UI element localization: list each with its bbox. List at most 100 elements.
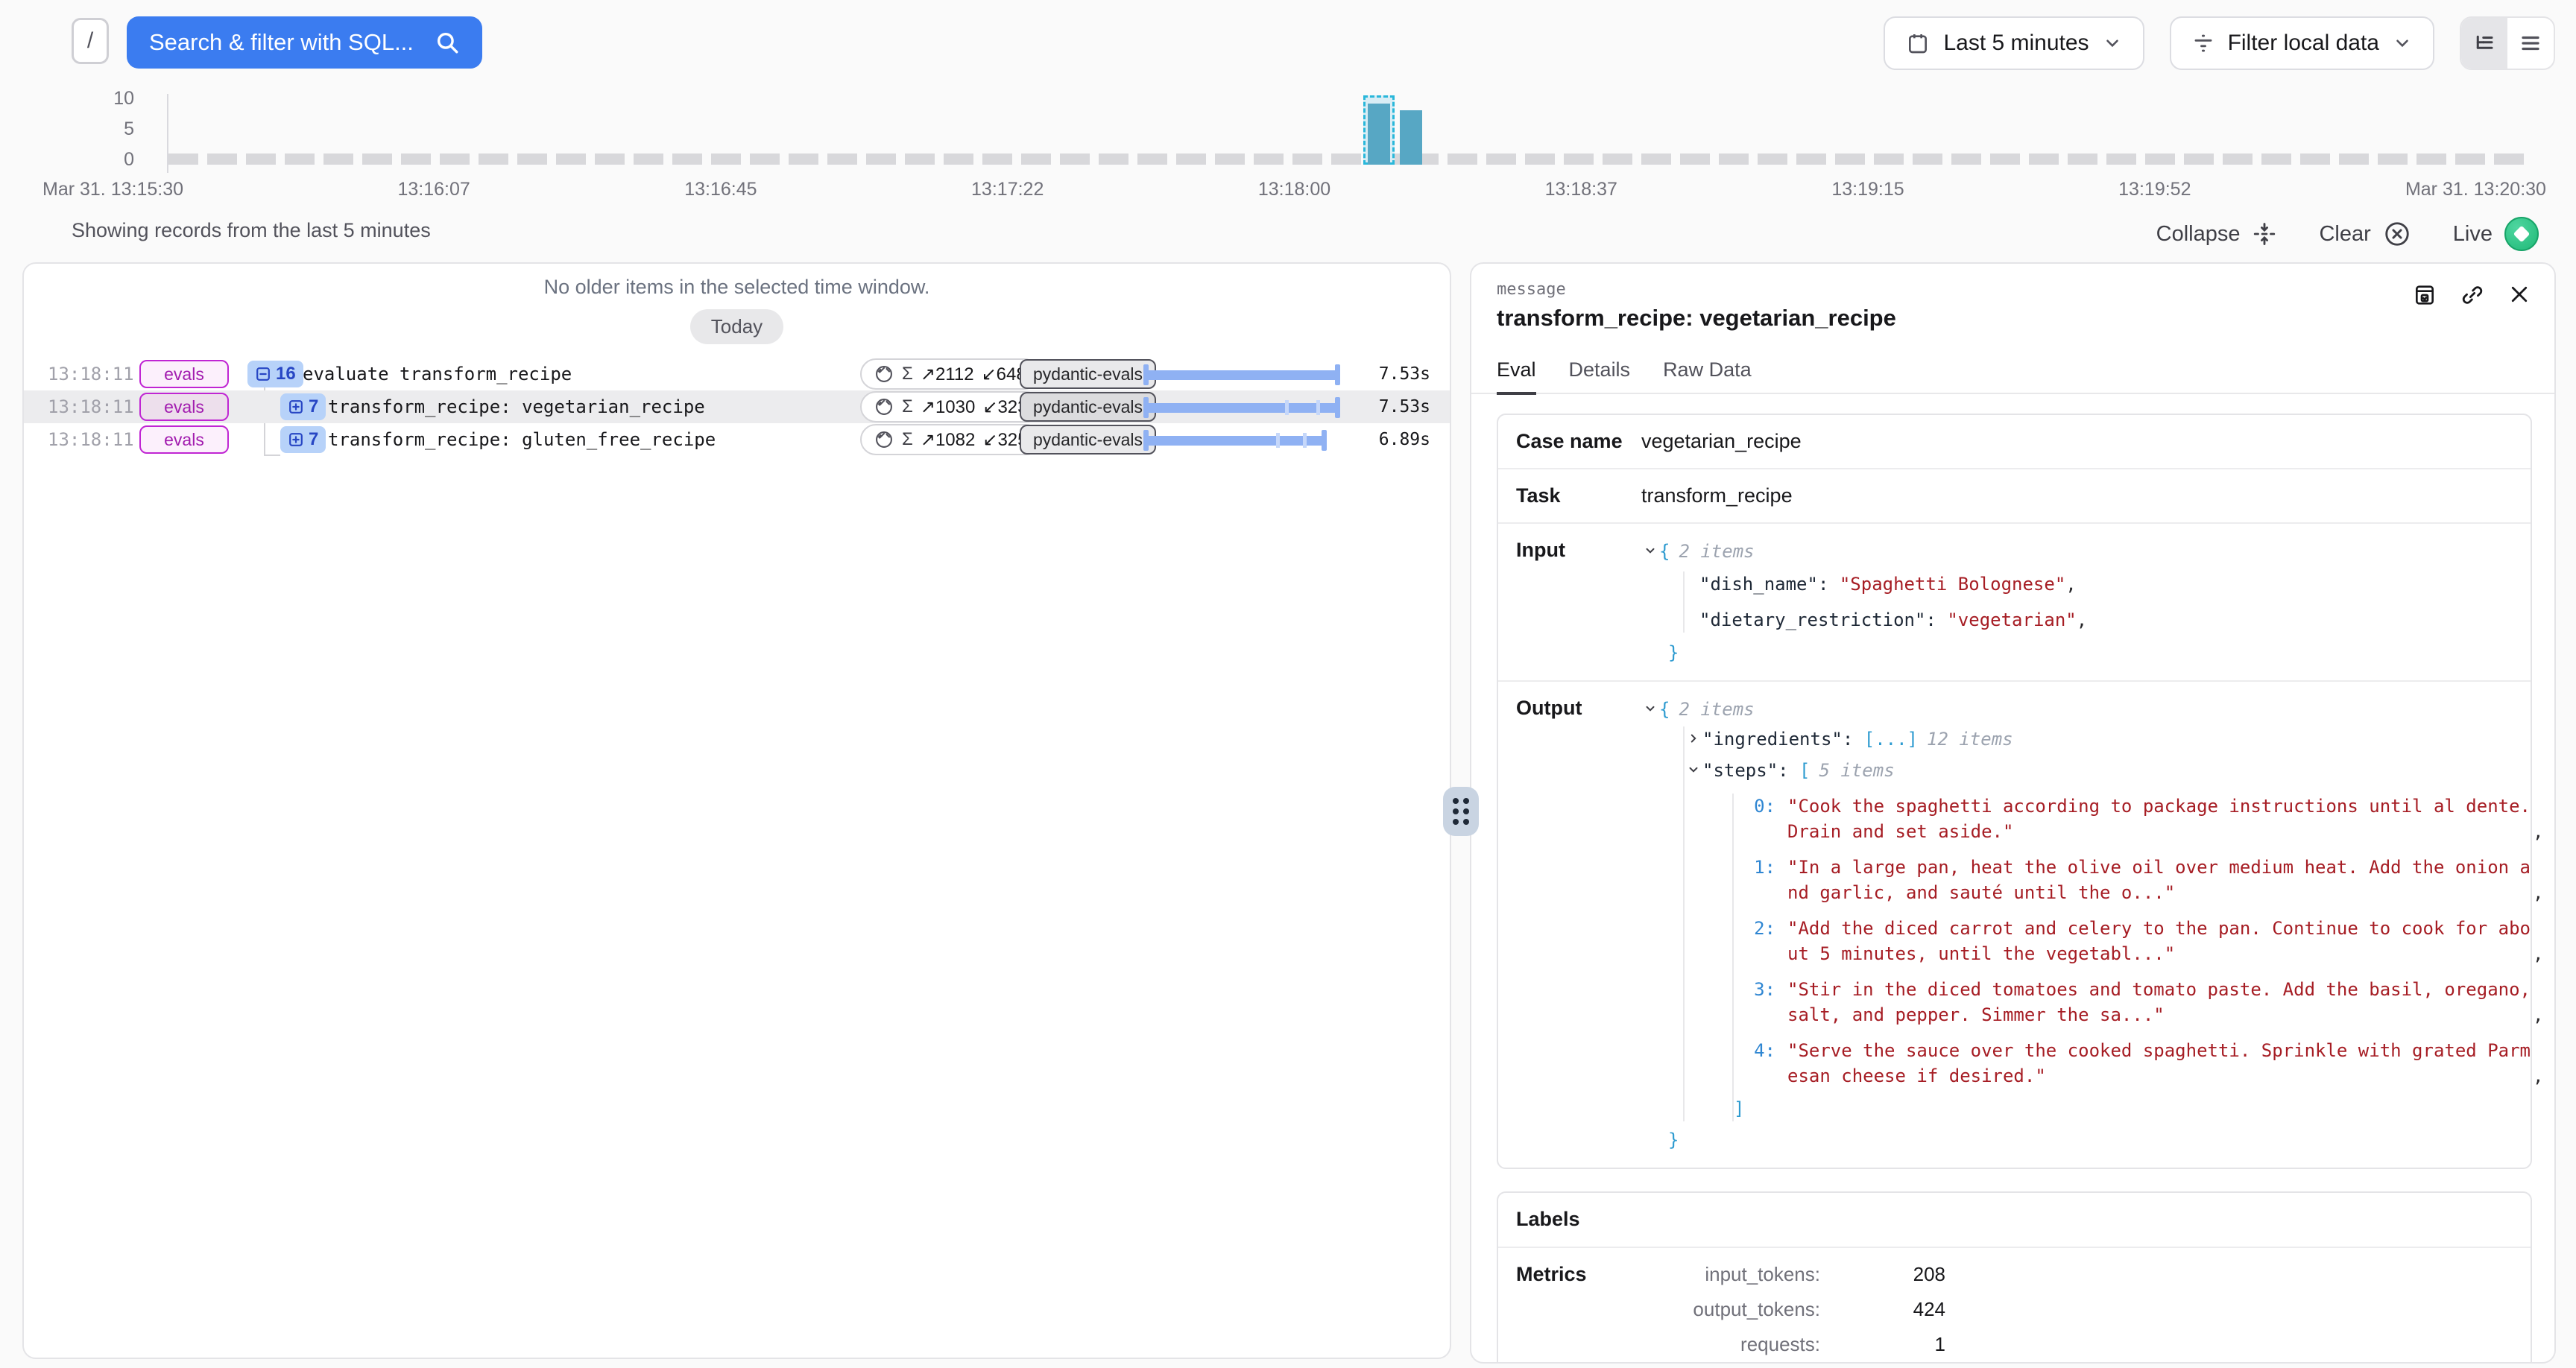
close-brace: }	[1668, 642, 1679, 663]
pydantic-evals-tag[interactable]: pydantic-evals	[1020, 392, 1156, 422]
open-brace: {	[1659, 539, 1670, 564]
token-metrics-chip[interactable]: Σ ↗1082 ↙325	[860, 424, 1041, 455]
pydantic-evals-tag[interactable]: pydantic-evals	[1020, 359, 1156, 389]
time-range-dropdown[interactable]: Last 5 minutes	[1884, 16, 2144, 70]
filter-local-data-dropdown[interactable]: Filter local data	[2170, 16, 2434, 70]
close-bracket: ]	[1734, 1098, 1744, 1119]
input-label: Input	[1516, 539, 1641, 665]
status-row: Showing records from the last 5 minutes …	[0, 213, 2576, 255]
panel-resize-handle[interactable]	[1443, 787, 1479, 836]
archive-check-icon[interactable]	[2413, 283, 2437, 307]
metric-value: 424	[1841, 1298, 1945, 1321]
metric-value: 1	[1841, 1333, 1945, 1356]
detail-panel-title: transform_recipe: vegetarian_recipe	[1497, 305, 2532, 332]
child-count: 7	[309, 429, 318, 450]
trace-row-gluten-free-recipe[interactable]: 13:18:11 evals 7 transform_recipe: glute…	[24, 423, 1450, 456]
x-tick: 13:19:52	[2118, 179, 2191, 200]
duration-text: 6.89s	[1379, 430, 1430, 449]
collapse-chevron-icon[interactable]	[1641, 544, 1659, 557]
collapse-chevron-icon[interactable]	[1641, 702, 1659, 715]
span-name: transform_recipe: vegetarian_recipe	[328, 396, 705, 417]
comma: ,	[2533, 819, 2543, 844]
evals-tag-badge[interactable]: evals	[139, 425, 229, 454]
x-tick: 13:16:45	[684, 179, 757, 200]
close-brace: }	[1668, 1130, 1679, 1150]
evals-tag-label: evals	[164, 430, 204, 450]
detail-content: Case name vegetarian_recipe Task transfo…	[1471, 394, 2554, 1364]
input-row: Input { 2 items "dish_name": "Spaghetti …	[1498, 522, 2531, 680]
calendar-icon	[1906, 31, 1930, 55]
coin-icon	[874, 429, 894, 450]
histogram-bar-1[interactable]	[1368, 104, 1390, 165]
labels-row: Labels	[1498, 1193, 2531, 1247]
comma: ,	[2533, 880, 2543, 905]
input-tokens-count: 1030	[935, 397, 975, 417]
expand-children-toggle[interactable]: 7	[280, 426, 326, 453]
duration-bar	[1143, 364, 1340, 385]
input-tokens-count: 2112	[935, 364, 974, 384]
no-older-items-text: No older items in the selected time wind…	[24, 276, 1450, 299]
trace-row-vegetarian-recipe[interactable]: 13:18:11 evals 7 transform_recipe: veget…	[24, 390, 1450, 423]
plus-box-icon	[288, 431, 304, 448]
collapse-chevron-icon[interactable]	[1685, 763, 1702, 776]
collapsed-array[interactable]: [...]	[1864, 726, 1918, 752]
expand-children-toggle[interactable]: 7	[280, 393, 326, 420]
timeline-histogram[interactable]: 10 5 0 Mar 31. 13:15:30 13:16:07 13:16:4…	[0, 88, 2576, 207]
top-bar: / Search & filter with SQL... Last 5 min…	[0, 0, 2576, 83]
row-timestamp: 13:18:11	[48, 364, 134, 384]
step-item-1: 1: "In a large pan, heat the olive oil o…	[1734, 855, 2543, 905]
view-toggle	[2460, 16, 2555, 70]
sigma-icon: Σ	[902, 396, 913, 417]
filter-icon	[2192, 32, 2214, 54]
json-key-steps: "steps":	[1702, 758, 1789, 783]
output-tokens-arrow-icon: ↙	[982, 397, 997, 417]
json-string-value: "vegetarian"	[1947, 609, 2076, 630]
evals-tag-badge[interactable]: evals	[139, 393, 229, 421]
array-index: 0:	[1734, 794, 1775, 844]
metric-value: 208	[1841, 1263, 1945, 1286]
token-metrics-chip[interactable]: Σ ↗2112 ↙648	[860, 358, 1040, 390]
x-tick: Mar 31. 13:20:30	[2405, 179, 2546, 200]
metric-key: input_tokens:	[1641, 1263, 1820, 1286]
collapse-children-toggle[interactable]: 16	[247, 361, 303, 387]
filter-label: Filter local data	[2228, 31, 2379, 56]
x-tick: 13:16:07	[397, 179, 470, 200]
output-label: Output	[1516, 697, 1641, 1153]
comma: ,	[2077, 609, 2087, 630]
clear-button[interactable]: Clear	[2319, 220, 2411, 248]
list-view-toggle[interactable]	[2507, 18, 2554, 69]
close-icon[interactable]	[2508, 283, 2531, 307]
evals-tag-label: evals	[164, 364, 204, 384]
slash-shortcut-key: /	[72, 18, 109, 64]
expand-chevron-icon[interactable]	[1685, 732, 1702, 745]
eval-results-card: Labels Metrics input_tokens: 208 output_…	[1497, 1191, 2532, 1364]
tab-eval[interactable]: Eval	[1497, 358, 1536, 395]
collapse-button[interactable]: Collapse	[2156, 221, 2278, 247]
evals-tag-badge[interactable]: evals	[139, 360, 229, 388]
metric-key: output_tokens:	[1641, 1298, 1820, 1321]
search-button[interactable]: Search & filter with SQL...	[127, 16, 482, 69]
step-text: "In a large pan, heat the olive oil over…	[1787, 855, 2533, 905]
token-metrics-chip[interactable]: Σ ↗1030 ↙323	[860, 391, 1041, 422]
tab-details[interactable]: Details	[1569, 358, 1631, 393]
input-tokens-arrow-icon: ↗	[921, 397, 935, 417]
copy-link-icon[interactable]	[2460, 283, 2484, 307]
case-name-row: Case name vegetarian_recipe	[1498, 415, 2531, 468]
step-text: "Serve the sauce over the cooked spaghet…	[1787, 1038, 2533, 1089]
json-key-ingredients: "ingredients":	[1702, 726, 1853, 752]
tree-view-toggle[interactable]	[2461, 18, 2507, 69]
live-toggle[interactable]: Live	[2453, 217, 2539, 251]
output-row: Output { 2 items "i	[1498, 680, 2531, 1168]
histogram-bar-2[interactable]	[1400, 110, 1422, 165]
today-pill[interactable]: Today	[690, 309, 783, 344]
pydantic-evals-label: pydantic-evals	[1033, 430, 1143, 450]
tab-raw-data[interactable]: Raw Data	[1663, 358, 1752, 393]
labels-label: Labels	[1516, 1208, 1641, 1232]
trace-row-evaluate-transform-recipe[interactable]: 13:18:11 evals 16 evaluate transform_rec…	[24, 358, 1450, 390]
metrics-row: Metrics input_tokens: 208 output_tokens:…	[1498, 1247, 2531, 1364]
duration-text: 7.53s	[1379, 397, 1430, 417]
comma: ,	[2533, 1063, 2543, 1089]
task-value: transform_recipe	[1641, 484, 1793, 507]
pydantic-evals-tag[interactable]: pydantic-evals	[1020, 425, 1156, 455]
evals-tag-label: evals	[164, 397, 204, 417]
